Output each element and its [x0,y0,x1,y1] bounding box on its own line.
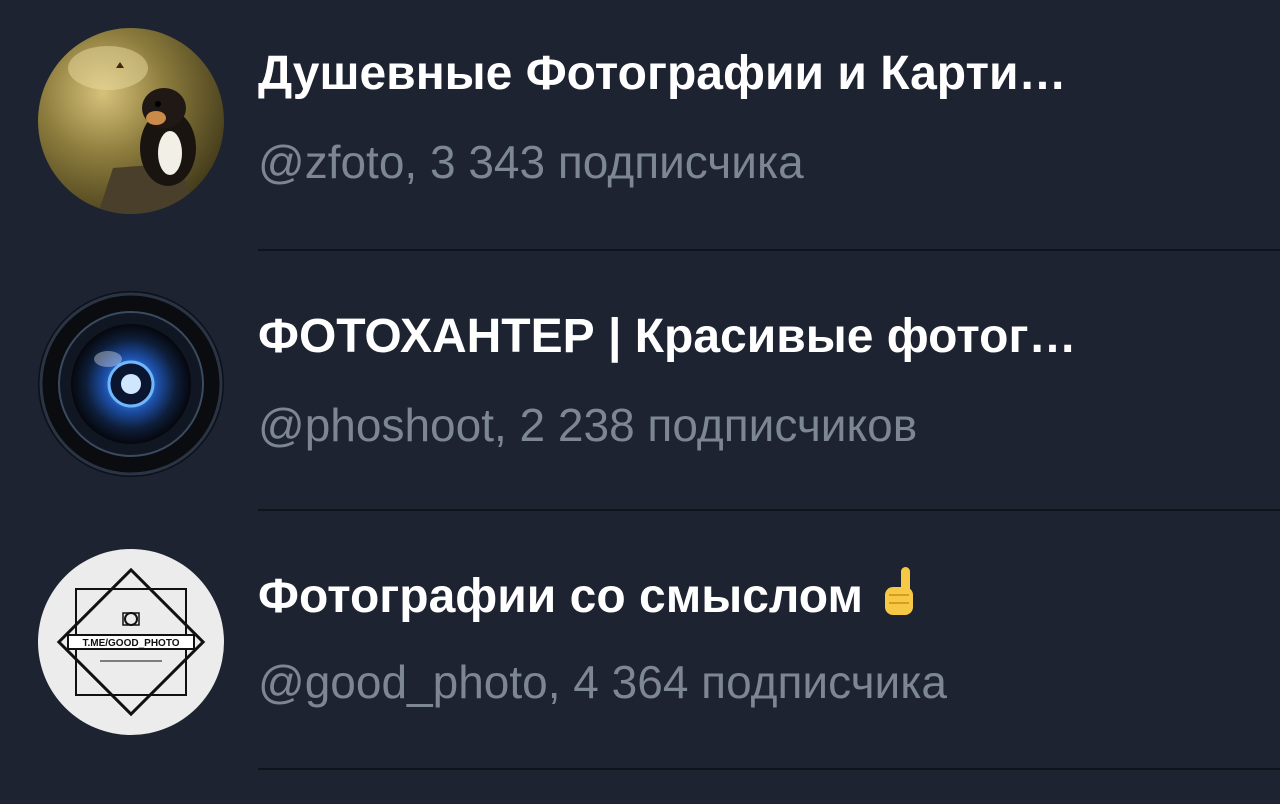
channel-subtitle: @good_photo, 4 364 подписчика [258,656,947,708]
channel-title: Душевные Фотографии и Карти… [258,47,1067,100]
channel-row-zfoto[interactable]: Душевные Фотографии и Карти… @zfoto, 3 3… [0,0,1280,260]
camera-lens-icon [38,291,224,477]
channel-title: ФОТОХАНТЕР | Красивые фотог… [258,310,1077,363]
logo-text: T.ME/GOOD_PHOTO [82,638,179,649]
channel-subtitle: @phoshoot, 2 238 подписчиков [258,399,918,451]
puppy-avatar-icon [38,28,224,214]
channel-title: Фотографии со смыслом [258,565,1218,634]
good-photo-logo-icon: T.ME/GOOD_PHOTO [38,549,224,735]
divider [258,768,1280,770]
channel-subtitle: @zfoto, 3 343 подписчика [258,136,804,188]
channel-row-phoshoot[interactable]: ФОТОХАНТЕР | Красивые фотог… @phoshoot, … [0,251,1280,511]
channel-row-good-photo[interactable]: T.ME/GOOD_PHOTO Фотографии со смыслом @g… [0,511,1280,771]
channel-list: Душевные Фотографии и Карти… @zfoto, 3 3… [0,0,1280,804]
pointing-up-hand-icon [877,565,921,634]
